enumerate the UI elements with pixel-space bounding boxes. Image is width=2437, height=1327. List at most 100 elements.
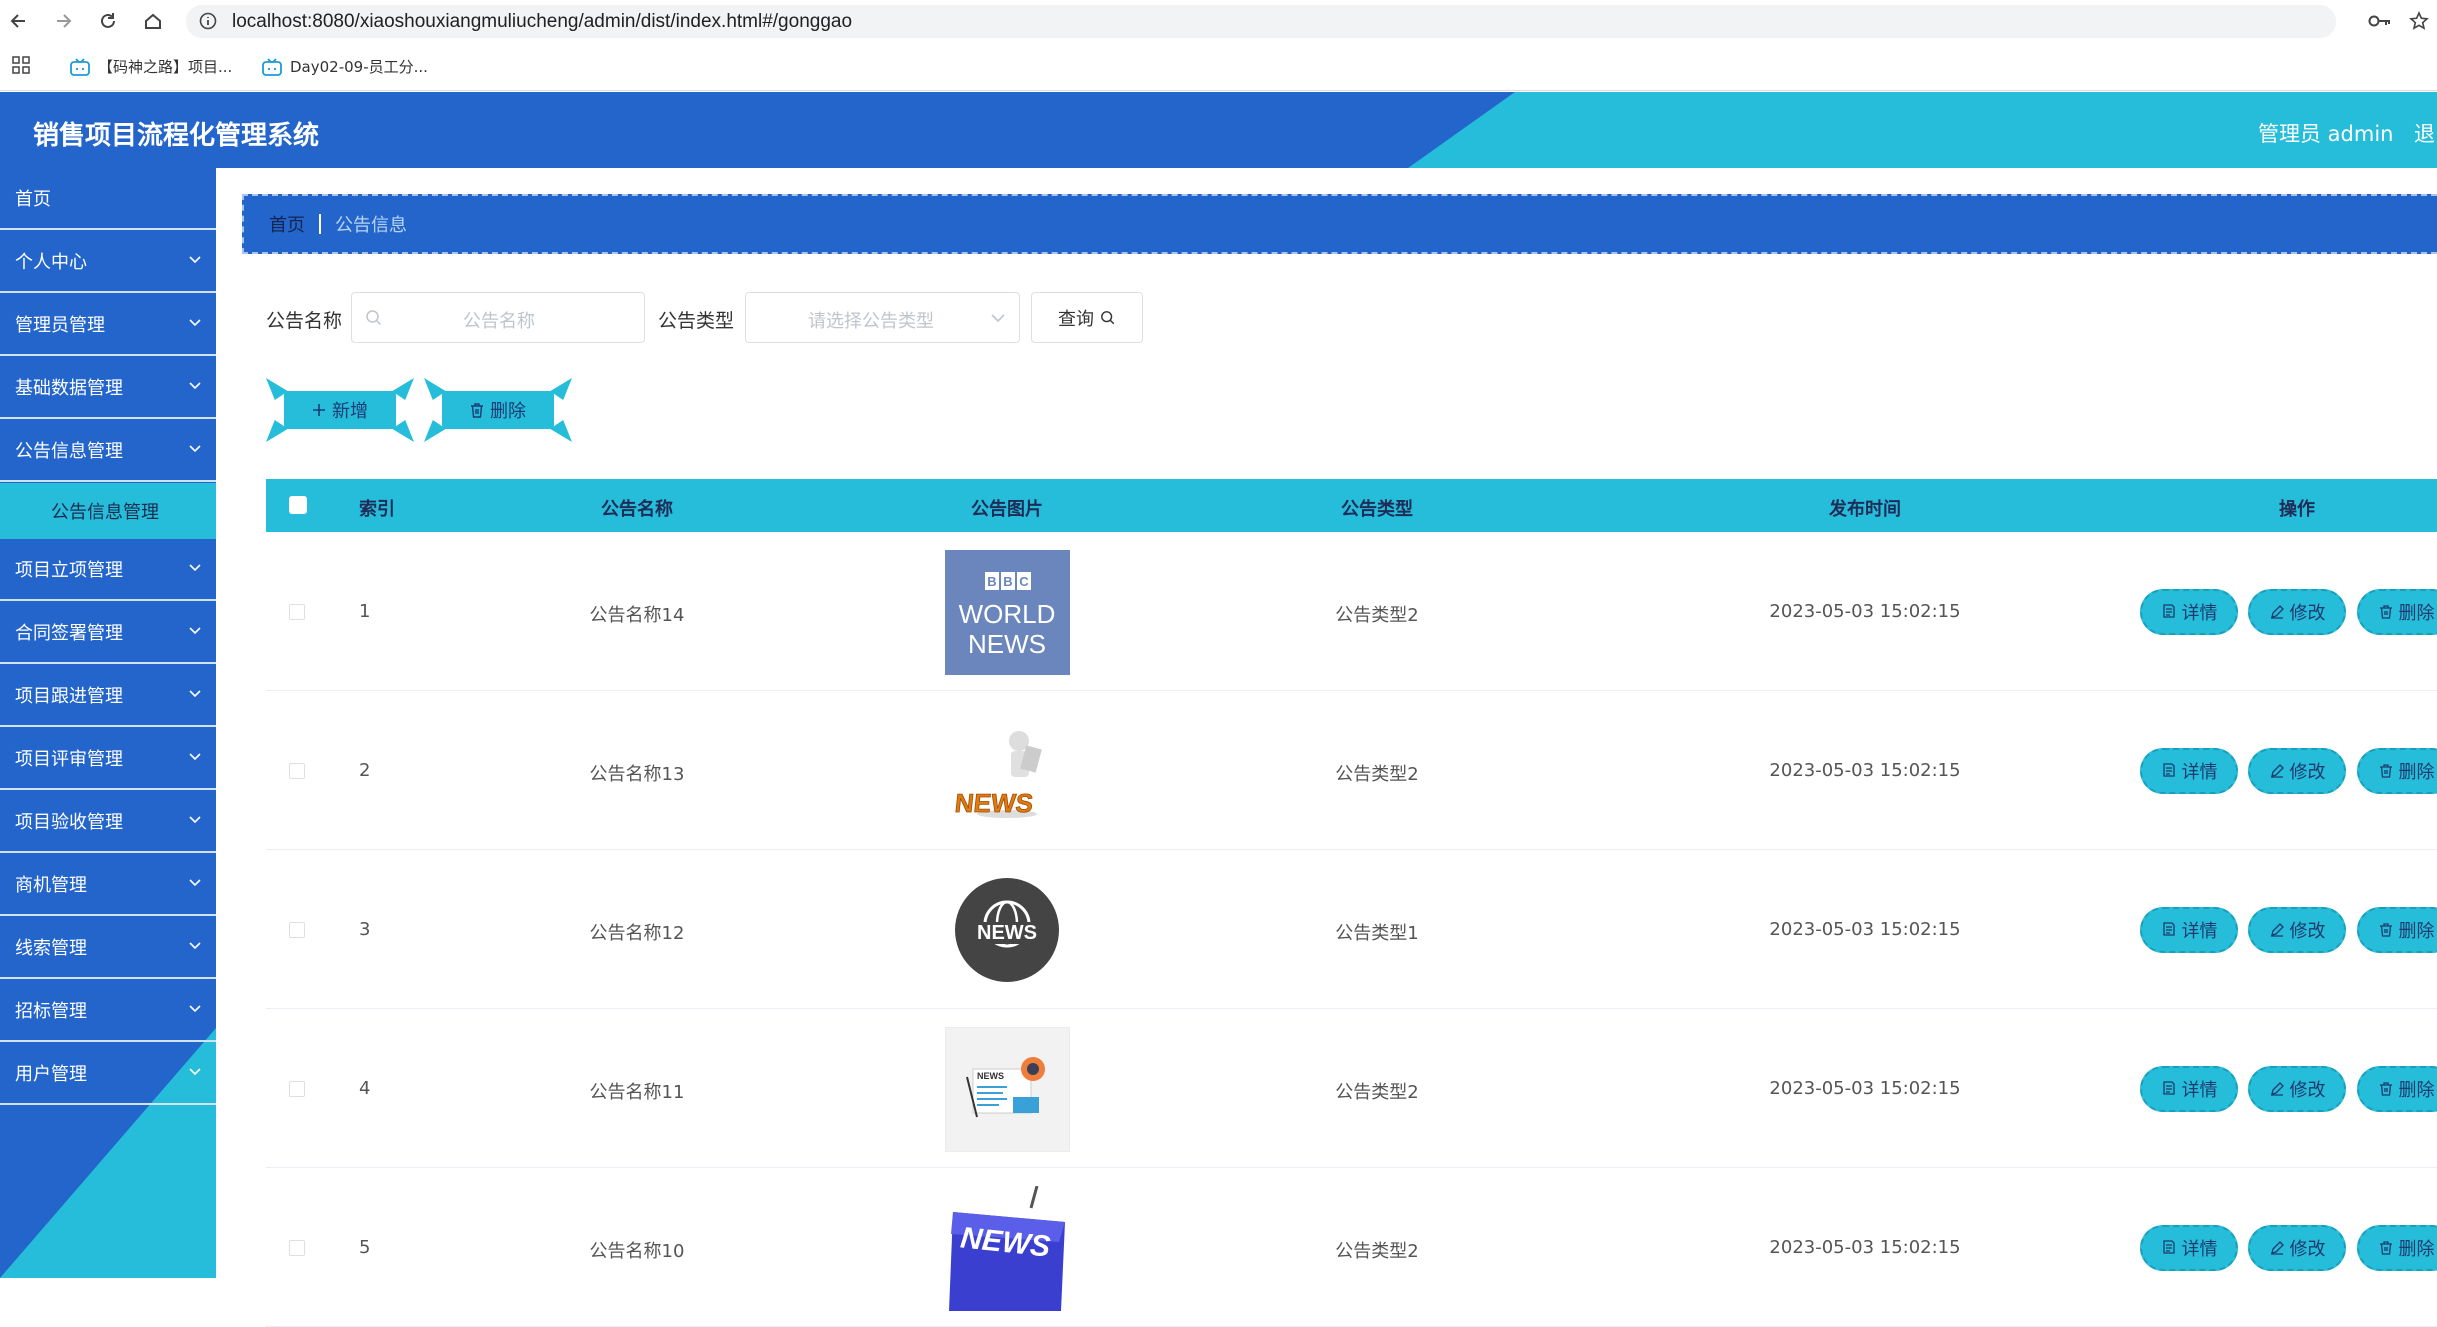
row-delete-button[interactable]: 删除 — [2357, 588, 2437, 635]
forward-button[interactable] — [48, 6, 78, 36]
chevron-down-icon — [189, 879, 201, 887]
sidebar-item[interactable]: 项目验收管理 — [0, 791, 216, 853]
address-bar[interactable]: localhost:8080/xiaoshouxiangmuliucheng/a… — [186, 5, 2336, 38]
delete-button-body[interactable]: 删除 — [442, 391, 554, 429]
bookmark-item[interactable]: 【码神之路】项目... — [70, 56, 232, 77]
row-delete-button[interactable]: 删除 — [2357, 906, 2437, 953]
row-detail-button[interactable]: 详情 — [2140, 588, 2238, 635]
row-notice-type: 公告类型2 — [1335, 1240, 1419, 1262]
sidebar-item[interactable]: 商机管理 — [0, 854, 216, 916]
add-button[interactable]: 新增 — [266, 378, 414, 442]
row-detail-button[interactable]: 详情 — [2140, 747, 2238, 794]
row-edit-button[interactable]: 修改 — [2248, 906, 2346, 953]
trash-icon — [2379, 763, 2392, 778]
sidebar-item[interactable]: 合同签署管理 — [0, 602, 216, 664]
trash-icon — [2379, 604, 2392, 619]
row-edit-label: 修改 — [2289, 1238, 2326, 1260]
bookmark-star-button[interactable] — [2404, 6, 2434, 36]
bookmark-item[interactable]: Day02-09-员工分... — [262, 56, 428, 77]
name-filter-label: 公告名称 — [266, 310, 343, 332]
chevron-down-icon — [189, 942, 201, 950]
query-button[interactable]: 查询 — [1031, 292, 1143, 343]
row-checkbox[interactable] — [289, 603, 305, 620]
row-delete-button[interactable]: 删除 — [2357, 747, 2437, 794]
row-detail-button[interactable]: 详情 — [2140, 1065, 2238, 1112]
password-key-button[interactable] — [2365, 6, 2395, 36]
apps-button[interactable] — [12, 56, 30, 74]
sidebar-item[interactable]: 项目评审管理 — [0, 728, 216, 790]
column-header: 公告名称 — [601, 499, 673, 520]
svg-text:NEWS: NEWS — [977, 922, 1037, 944]
sidebar-item-label: 用户管理 — [15, 1064, 87, 1085]
row-checkbox[interactable] — [289, 1239, 305, 1256]
row-checkbox[interactable] — [289, 1080, 305, 1097]
row-index: 4 — [359, 1077, 371, 1099]
row-detail-button[interactable]: 详情 — [2140, 1224, 2238, 1271]
edit-icon — [2270, 763, 2284, 778]
chevron-down-icon — [189, 319, 201, 327]
sidebar-item-label: 个人中心 — [15, 252, 87, 273]
app-header: 销售项目流程化管理系统 管理员 admin 退 — [0, 92, 2437, 168]
row-detail-button[interactable]: 详情 — [2140, 906, 2238, 953]
delete-button[interactable]: 删除 — [424, 378, 572, 442]
column-header: 索引 — [359, 499, 395, 520]
apps-grid-icon — [12, 56, 30, 74]
sidebar-item[interactable]: 招标管理 — [0, 980, 216, 1042]
row-checkbox[interactable] — [289, 762, 305, 779]
row-notice-type: 公告类型1 — [1335, 922, 1419, 944]
sidebar-item[interactable]: 管理员管理 — [0, 294, 216, 356]
row-delete-button[interactable]: 删除 — [2357, 1224, 2437, 1271]
row-index: 1 — [359, 600, 371, 622]
svg-text:NEWS: NEWS — [954, 788, 1035, 818]
row-delete-label: 删除 — [2398, 761, 2435, 783]
notice-image-news-paper[interactable]: NEWS — [945, 1026, 1070, 1152]
sidebar-item[interactable]: 用户管理 — [0, 1043, 216, 1105]
row-index: 3 — [359, 918, 371, 940]
row-publish-time: 2023-05-03 15:02:15 — [1769, 600, 1961, 622]
type-filter-label: 公告类型 — [658, 310, 735, 332]
home-button[interactable] — [138, 6, 168, 36]
sidebar-item-label: 公告信息管理 — [15, 441, 123, 462]
query-label: 查询 — [1058, 308, 1094, 330]
row-index: 5 — [359, 1236, 371, 1258]
notice-image-news-key[interactable]: NEWS — [945, 1185, 1070, 1311]
sidebar-item[interactable]: 首页 — [0, 168, 216, 230]
document-icon — [2162, 762, 2175, 777]
sidebar-item[interactable]: 基础数据管理 — [0, 357, 216, 419]
row-edit-button[interactable]: 修改 — [2248, 1224, 2346, 1271]
sidebar-item[interactable]: 个人中心 — [0, 231, 216, 293]
name-search-placeholder: 公告名称 — [463, 311, 535, 332]
row-edit-button[interactable]: 修改 — [2248, 1065, 2346, 1112]
breadcrumb-home[interactable]: 首页 — [269, 211, 305, 237]
table-row: 1 公告名称14 B B C WORLD NEWS 公告类型2 2023-05-03 … — [266, 532, 2437, 691]
sidebar-item-label: 基础数据管理 — [15, 378, 123, 399]
sidebar-item[interactable]: 线索管理 — [0, 917, 216, 979]
sidebar-item[interactable]: 公告信息管理 — [0, 420, 216, 482]
reload-button[interactable] — [93, 6, 123, 36]
add-button-body[interactable]: 新增 — [284, 391, 396, 429]
notice-image-bbc-world-news[interactable]: B B C WORLD NEWS — [945, 549, 1070, 675]
row-delete-button[interactable]: 删除 — [2357, 1065, 2437, 1112]
sidebar-item[interactable]: 项目跟进管理 — [0, 665, 216, 727]
type-select[interactable]: 请选择公告类型 — [745, 292, 1020, 343]
logout-link[interactable]: 退 — [2414, 118, 2435, 148]
row-edit-button[interactable]: 修改 — [2248, 747, 2346, 794]
site-info-icon[interactable] — [199, 12, 217, 30]
table-row: 2 公告名称13 NEWS 公告类型2 2023-05-03 15:02:15 详情 修改… — [266, 691, 2437, 850]
row-checkbox[interactable] — [289, 921, 305, 938]
sidebar-item[interactable]: 项目立项管理 — [0, 539, 216, 601]
row-edit-button[interactable]: 修改 — [2248, 588, 2346, 635]
sidebar-subitem-notice[interactable]: 公告信息管理 — [0, 483, 216, 539]
back-button[interactable] — [4, 6, 34, 36]
notice-image-news-figure[interactable]: NEWS — [945, 708, 1070, 834]
url-text: localhost:8080/xiaoshouxiangmuliucheng/a… — [232, 11, 853, 32]
chevron-down-icon — [189, 690, 201, 698]
add-label: 新增 — [332, 401, 368, 422]
select-all-checkbox[interactable] — [289, 496, 307, 514]
notice-image-news-globe[interactable]: NEWS — [945, 867, 1070, 993]
row-detail-label: 详情 — [2181, 1079, 2218, 1101]
trash-icon — [2379, 1081, 2392, 1096]
row-publish-time: 2023-05-03 15:02:15 — [1769, 1236, 1961, 1258]
chevron-down-icon — [189, 816, 201, 824]
name-search-input[interactable]: 公告名称 — [351, 292, 645, 343]
